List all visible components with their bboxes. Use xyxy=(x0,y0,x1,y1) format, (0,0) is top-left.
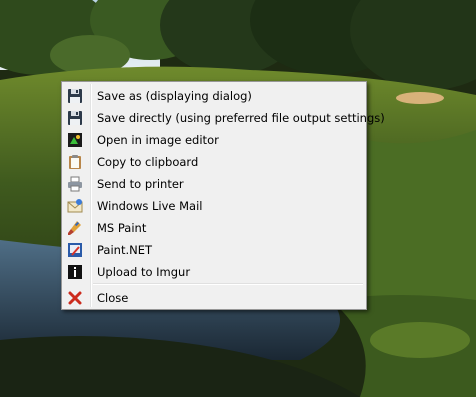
menu-item-label: MS Paint xyxy=(97,221,147,235)
menu-item[interactable]: Save as (displaying dialog) xyxy=(64,85,364,107)
menu-item-label: Paint.NET xyxy=(97,243,153,257)
menu-item[interactable]: Save directly (using preferred file outp… xyxy=(64,107,385,129)
floppy-disk-icon xyxy=(67,110,83,126)
menu-item[interactable]: Open in image editor xyxy=(64,129,364,151)
menu-item-label: Send to printer xyxy=(97,177,184,191)
menu-item-label: Save directly (using preferred file outp… xyxy=(97,111,385,125)
menu-item-label: Open in image editor xyxy=(97,133,219,147)
menu-item-label: Close xyxy=(97,291,129,305)
paint-brush-icon xyxy=(67,220,83,236)
clipboard-icon xyxy=(67,154,83,170)
menu-item[interactable]: Send to printer xyxy=(64,173,364,195)
menu-item-label: Copy to clipboard xyxy=(97,155,199,169)
imgur-icon xyxy=(67,264,83,280)
printer-icon xyxy=(67,176,83,192)
paintnet-icon xyxy=(67,242,83,258)
menu-item[interactable]: MS Paint xyxy=(64,217,364,239)
mail-icon xyxy=(67,198,83,214)
menu-item[interactable]: Copy to clipboard xyxy=(64,151,364,173)
menu-item-label: Windows Live Mail xyxy=(97,199,203,213)
menu-item-label: Upload to Imgur xyxy=(97,265,191,279)
menu-item-label: Save as (displaying dialog) xyxy=(97,89,252,103)
menu-separator xyxy=(93,283,363,285)
red-x-icon xyxy=(67,290,83,306)
context-menu: Save as (displaying dialog) Save directly… xyxy=(61,81,385,310)
menu-item[interactable]: Paint.NET xyxy=(64,239,364,261)
menu-item-close[interactable]: Close xyxy=(64,287,364,309)
image-editor-icon xyxy=(67,132,83,148)
menu-item[interactable]: Upload to Imgur xyxy=(64,261,364,283)
menu-item[interactable]: Windows Live Mail xyxy=(64,195,364,217)
floppy-disk-icon xyxy=(67,88,83,104)
